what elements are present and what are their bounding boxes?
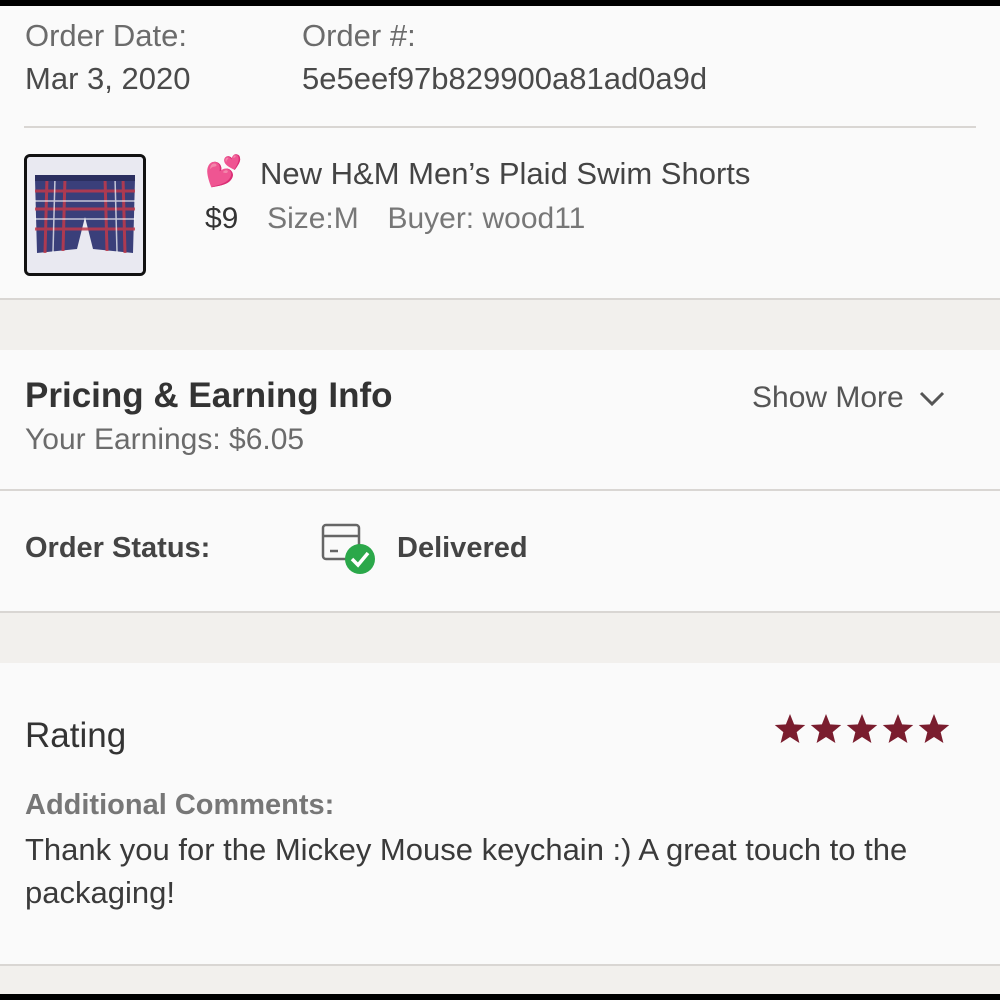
divider <box>24 126 976 128</box>
show-more-button[interactable]: Show More <box>752 378 946 418</box>
additional-comments-label: Additional Comments: <box>25 789 335 821</box>
order-details-screen: Order Date: Mar 3, 2020 Order #: 5e5eef9… <box>0 6 1000 994</box>
section-gap <box>0 300 1000 350</box>
star-icon <box>846 714 878 743</box>
star-icon <box>774 714 806 743</box>
section-gap <box>0 966 1000 994</box>
order-number-label: Order #: <box>302 18 416 53</box>
plaid-shorts-image <box>27 157 143 273</box>
pricing-section-title: Pricing & Earning Info <box>25 376 393 415</box>
star-icon <box>810 714 842 743</box>
show-more-label: Show More <box>752 381 904 414</box>
item-meta: $9 Size:M Buyer: wood11 <box>205 202 585 236</box>
order-status-value: Delivered <box>397 532 528 564</box>
divider <box>0 489 1000 491</box>
your-earnings: Your Earnings: $6.05 <box>25 423 305 456</box>
star-icon <box>882 714 914 743</box>
chevron-down-icon <box>918 388 946 408</box>
item-title[interactable]: New H&M Men’s Plaid Swim Shorts <box>260 156 750 192</box>
order-status-label: Order Status: <box>25 532 211 564</box>
section-gap <box>0 613 1000 663</box>
additional-comments-text: Thank you for the Mickey Mouse keychain … <box>25 832 908 910</box>
item-thumbnail[interactable] <box>24 154 146 276</box>
order-date-label: Order Date: <box>25 18 187 53</box>
rating-title: Rating <box>25 716 127 755</box>
star-icon <box>918 714 950 743</box>
heart-emoji-icon: 💕 <box>205 155 243 188</box>
order-date-value: Mar 3, 2020 <box>25 61 191 96</box>
rating-stars <box>773 711 953 752</box>
item-size: Size:M <box>267 202 359 235</box>
item-buyer[interactable]: Buyer: wood11 <box>387 202 585 235</box>
order-number-value: 5e5eef97b829900a81ad0a9d <box>302 61 708 96</box>
delivered-box-icon <box>320 519 380 577</box>
item-price: $9 <box>205 202 239 235</box>
